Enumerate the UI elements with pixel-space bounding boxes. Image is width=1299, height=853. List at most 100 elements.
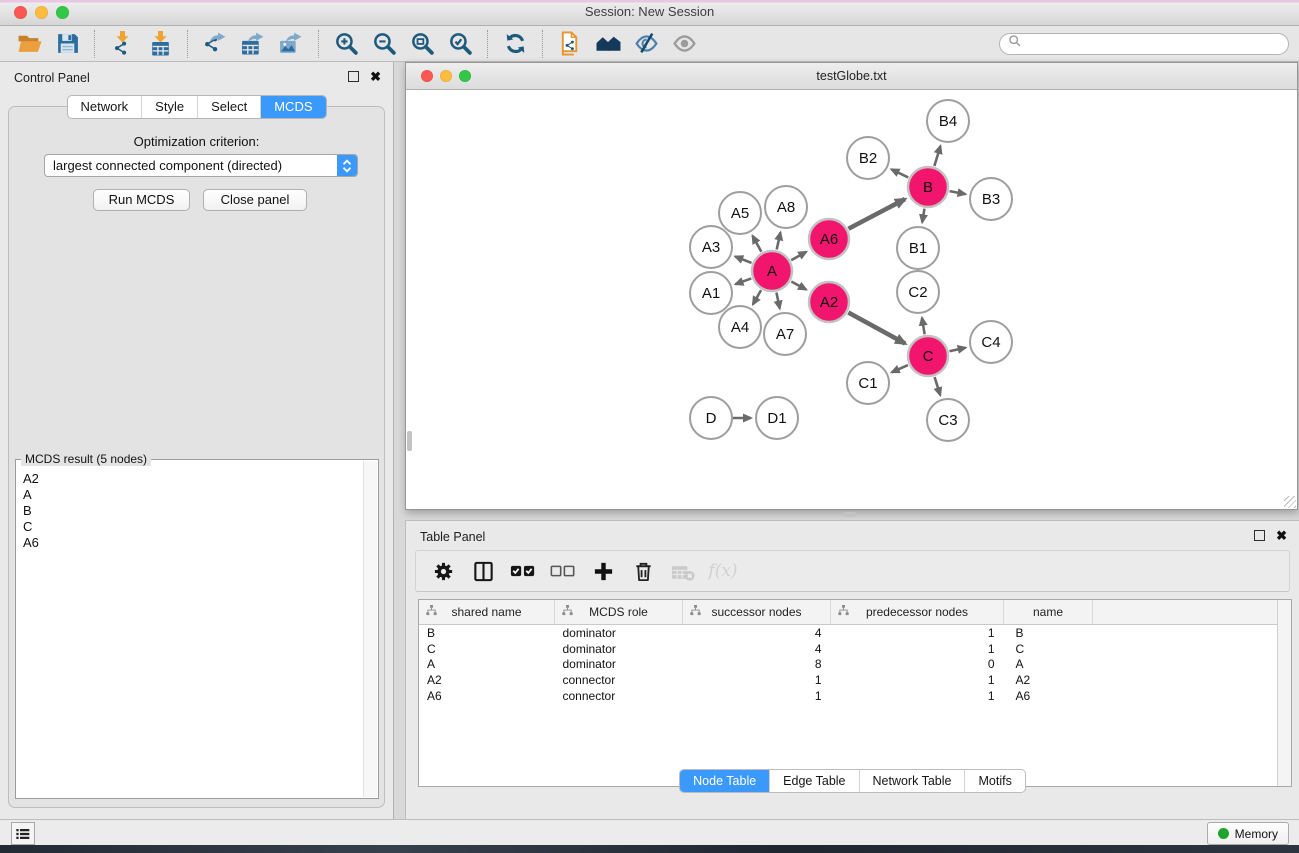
- network-vertical-scroll-nub[interactable]: [407, 431, 412, 451]
- graph-edge-A2-C[interactable]: [848, 313, 905, 344]
- result-item[interactable]: A6: [17, 535, 363, 551]
- tab-select[interactable]: Select: [197, 96, 260, 118]
- graph-node-label: C4: [981, 334, 1000, 351]
- refresh-layout-icon[interactable]: [496, 29, 534, 59]
- column-header-successor-nodes[interactable]: successor nodes: [683, 600, 831, 625]
- import-table-icon[interactable]: [141, 29, 179, 59]
- float-panel-icon[interactable]: [348, 71, 359, 82]
- result-item[interactable]: A: [17, 487, 363, 503]
- deselect-all-icon[interactable]: [550, 559, 576, 583]
- save-session-icon[interactable]: [48, 29, 86, 59]
- graph-edge-A-A1[interactable]: [735, 278, 751, 284]
- close-panel-icon[interactable]: ✖: [370, 71, 381, 82]
- settings-icon[interactable]: [430, 559, 456, 583]
- graph-node-label: C: [923, 348, 934, 365]
- table-toolbar: f(x): [415, 550, 1290, 592]
- hide-panels-icon[interactable]: [627, 29, 665, 59]
- table-cell: A2: [419, 672, 555, 688]
- graph-edge-B-B4[interactable]: [934, 146, 940, 166]
- add-column-icon[interactable]: [590, 559, 616, 583]
- result-scrollbar[interactable]: [363, 461, 377, 797]
- graph-edge-A-A2[interactable]: [791, 282, 806, 290]
- split-view-icon[interactable]: [470, 559, 496, 583]
- search-box[interactable]: [999, 33, 1289, 55]
- dropdown-stepper-icon[interactable]: [337, 155, 357, 176]
- search-input[interactable]: [1022, 34, 1288, 54]
- run-mcds-button[interactable]: Run MCDS: [93, 189, 190, 211]
- graph-edge-C-C3[interactable]: [935, 377, 941, 395]
- toolbar-separator: [318, 30, 319, 58]
- graph-edge-A-A8[interactable]: [777, 232, 781, 249]
- show-eye-icon[interactable]: [665, 29, 703, 59]
- column-header-MCDS-role[interactable]: MCDS role: [555, 600, 683, 625]
- table-cell: 1: [831, 641, 1004, 657]
- open-file-icon[interactable]: [10, 29, 48, 59]
- graph-edge-A6-B[interactable]: [848, 199, 905, 229]
- table-header-row: shared nameMCDS rolesuccessor nodesprede…: [419, 600, 1291, 625]
- zoom-out-icon[interactable]: [365, 29, 403, 59]
- export-network-icon[interactable]: [196, 29, 234, 59]
- main-toolbar-icons: [10, 29, 703, 59]
- zoom-in-icon[interactable]: [327, 29, 365, 59]
- control-panel: Control Panel ✖ NetworkStyleSelectMCDS O…: [0, 62, 394, 820]
- tab-network-table[interactable]: Network Table: [859, 770, 965, 792]
- tab-node-table[interactable]: Node Table: [680, 770, 769, 792]
- graph-edge-C-C4[interactable]: [949, 348, 965, 352]
- open-network-doc-icon[interactable]: [551, 29, 589, 59]
- table-row[interactable]: Adominator80A: [419, 657, 1291, 673]
- node-table: shared nameMCDS rolesuccessor nodesprede…: [418, 599, 1292, 787]
- graph-edge-A-A3[interactable]: [735, 257, 751, 263]
- table-row[interactable]: A2connector11A2: [419, 672, 1291, 688]
- table-row[interactable]: A6connector11A6: [419, 688, 1291, 704]
- result-item[interactable]: C: [17, 519, 363, 535]
- graph-edge-B-B1[interactable]: [922, 209, 924, 223]
- criterion-dropdown[interactable]: largest connected component (directed): [44, 154, 358, 177]
- export-image-icon[interactable]: [272, 29, 310, 59]
- column-header-predecessor-nodes[interactable]: predecessor nodes: [831, 600, 1004, 625]
- table-row[interactable]: Bdominator41B: [419, 625, 1291, 641]
- graph-edge-A-A7[interactable]: [776, 293, 779, 309]
- network-window-title: testGlobe.txt: [406, 69, 1297, 83]
- graph-node-label: D1: [767, 410, 786, 427]
- tab-style[interactable]: Style: [141, 96, 197, 118]
- graph-edge-B-B3[interactable]: [950, 191, 966, 194]
- table-scrollbar[interactable]: [1277, 600, 1291, 786]
- network-canvas[interactable]: B4B2BB3A5A8A6B1A3AC2A1A2A4A7C4CC1C3DD1: [407, 90, 1298, 510]
- toolbar-separator: [187, 30, 188, 58]
- graph-edge-A-A5[interactable]: [753, 236, 762, 252]
- result-item[interactable]: A2: [17, 471, 363, 487]
- delete-column-icon[interactable]: [630, 559, 656, 583]
- tab-network[interactable]: Network: [67, 96, 141, 118]
- tab-mcds[interactable]: MCDS: [260, 96, 325, 118]
- network-window-titlebar[interactable]: testGlobe.txt: [406, 63, 1297, 90]
- graph-edge-C-C2[interactable]: [922, 318, 925, 335]
- network-horizontal-scroll-nub[interactable]: [843, 512, 856, 517]
- select-all-icon[interactable]: [510, 559, 536, 583]
- table-float-panel-icon[interactable]: [1254, 530, 1265, 541]
- close-panel-button[interactable]: Close panel: [203, 189, 307, 211]
- home-icon[interactable]: [589, 29, 627, 59]
- tab-motifs[interactable]: Motifs: [964, 770, 1024, 792]
- task-history-button[interactable]: [11, 822, 35, 845]
- result-item[interactable]: B: [17, 503, 363, 519]
- memory-button[interactable]: Memory: [1207, 822, 1289, 845]
- table-cell-filler: [1093, 625, 1291, 641]
- column-header-name[interactable]: name: [1004, 600, 1093, 625]
- graph-edge-A-A6[interactable]: [791, 252, 806, 261]
- graph-edge-B-B2[interactable]: [891, 169, 908, 177]
- graph-edge-A-A4[interactable]: [753, 290, 761, 304]
- zoom-fit-icon[interactable]: [403, 29, 441, 59]
- table-panel-controls: ✖: [1254, 530, 1287, 541]
- network-canvas-wrap: B4B2BB3A5A8A6B1A3AC2A1A2A4A7C4CC1C3DD1: [407, 90, 1296, 508]
- graph-edge-C-C1[interactable]: [892, 365, 908, 372]
- network-resize-grip[interactable]: [1284, 496, 1296, 508]
- graph-node-label: A4: [731, 319, 749, 336]
- table-row[interactable]: Cdominator41C: [419, 641, 1291, 657]
- tab-edge-table[interactable]: Edge Table: [769, 770, 858, 792]
- zoom-selected-icon[interactable]: [441, 29, 479, 59]
- export-table-icon[interactable]: [234, 29, 272, 59]
- import-network-icon[interactable]: [103, 29, 141, 59]
- column-header-shared-name[interactable]: shared name: [419, 600, 555, 625]
- table-cell: C: [1004, 641, 1093, 657]
- table-close-panel-icon[interactable]: ✖: [1276, 530, 1287, 541]
